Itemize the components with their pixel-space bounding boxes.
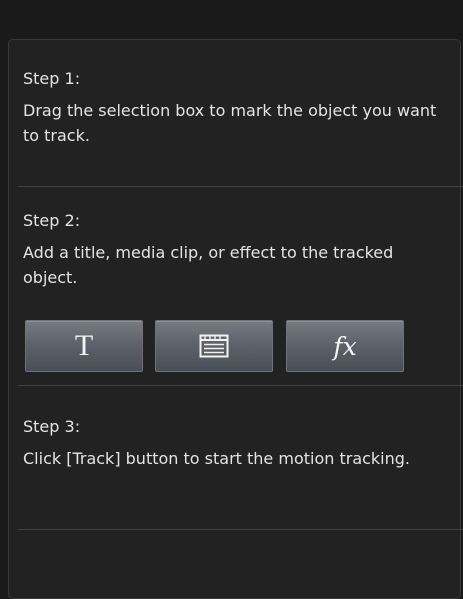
step-1-instructions: Drag the selection box to mark the objec… <box>23 101 437 145</box>
top-strip <box>0 0 463 38</box>
step-3-title: Step 3: <box>23 417 81 436</box>
add-title-button[interactable]: T <box>25 320 143 372</box>
step-2: Step 2: Add a title, media clip, or effe… <box>23 211 448 290</box>
add-effect-button[interactable]: fx <box>286 320 404 372</box>
motion-tracking-panel: Step 1: Drag the selection box to mark t… <box>8 39 463 599</box>
add-media-clip-button[interactable] <box>155 320 273 372</box>
divider <box>18 385 463 386</box>
step-3-instructions: Click [Track] button to start the motion… <box>23 449 411 468</box>
fx-effect-icon: fx <box>333 331 357 361</box>
media-clip-icon <box>199 334 229 358</box>
step-1-title: Step 1: <box>23 69 81 88</box>
step-2-instructions: Add a title, media clip, or effect to th… <box>23 243 394 287</box>
step-1: Step 1: Drag the selection box to mark t… <box>23 69 448 148</box>
divider <box>18 186 463 187</box>
step-2-title: Step 2: <box>23 211 81 230</box>
divider <box>18 529 463 530</box>
text-title-icon: T <box>74 329 94 362</box>
step-3: Step 3: Click [Track] button to start th… <box>23 417 448 471</box>
